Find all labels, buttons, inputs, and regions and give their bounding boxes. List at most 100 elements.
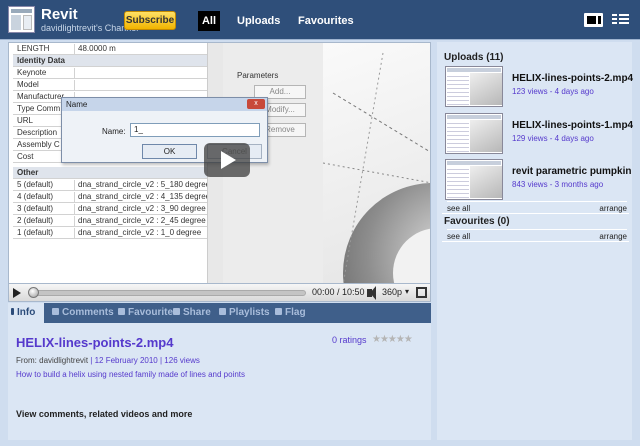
tab-label: Info — [17, 307, 36, 318]
tab-playlists[interactable]: Playlists — [219, 307, 270, 318]
tab-share[interactable]: Share — [173, 307, 211, 318]
tab-favourites[interactable]: Favourites — [298, 11, 354, 31]
channel-avatar[interactable] — [8, 6, 35, 33]
table-row: Identity Data — [13, 55, 223, 67]
quality-selector[interactable]: 360p — [382, 287, 402, 297]
property-key: Model — [17, 80, 39, 89]
flag-icon — [275, 308, 282, 315]
arrange-link[interactable]: arrange — [599, 232, 627, 241]
video-item-meta: 129 views - 4 days ago — [512, 134, 594, 143]
table-row: 3 (default) dna_strand_circle_v2 : 3_90 d… — [13, 203, 223, 215]
property-value: 48.0000 m — [74, 44, 116, 55]
arrange-link[interactable]: arrange — [599, 204, 627, 213]
meta-separator: | — [159, 356, 163, 365]
table-row: Other — [13, 167, 223, 179]
channel-title[interactable]: Revit — [41, 6, 78, 23]
property-key: 2 (default) — [17, 216, 54, 225]
property-key: 3 (default) — [17, 204, 54, 213]
plus-icon — [219, 308, 226, 315]
property-value: dna_strand_circle_v2 : 4_135 degree — [74, 192, 210, 203]
table-row: 2 (default) dna_strand_circle_v2 : 2_45 d… — [13, 215, 223, 227]
property-group: Identity Data — [17, 56, 66, 65]
video-player[interactable]: LENGTH 48.0000 m Identity Data Keynote Mo… — [8, 42, 431, 284]
video-item-title[interactable]: HELIX-lines-points-2.mp4 — [512, 73, 633, 84]
tab-flag[interactable]: Flag — [275, 307, 306, 318]
video-description: How to build a helix using nested family… — [16, 370, 246, 379]
subscribe-button[interactable]: Subscribe — [124, 11, 176, 30]
table-row: LENGTH 48.0000 m — [13, 43, 223, 55]
table-row: Keynote — [13, 67, 223, 79]
tab-all[interactable]: All — [198, 11, 220, 31]
seek-bar[interactable] — [29, 290, 306, 296]
channel-header: Revit davidlightrevit's Channel Subscrib… — [0, 0, 640, 40]
player-view-icon[interactable] — [584, 13, 603, 27]
heart-icon — [118, 308, 125, 315]
rating-stars[interactable]: ★★★★★ — [372, 334, 413, 345]
tab-label: Share — [183, 307, 211, 318]
tab-favourite[interactable]: Favourite — [118, 307, 173, 318]
video-item-meta: 843 views - 3 months ago — [512, 180, 604, 189]
favourites-heading: Favourites (0) — [444, 216, 510, 227]
table-row: Model — [13, 79, 223, 91]
play-overlay-icon[interactable] — [204, 143, 250, 177]
property-key: 5 (default) — [17, 180, 54, 189]
property-key: LENGTH — [17, 44, 50, 53]
tab-label: Playlists — [229, 307, 270, 318]
video-title[interactable]: HELIX-lines-points-2.mp4 — [16, 335, 173, 350]
play-icon[interactable] — [13, 288, 21, 298]
volume-icon[interactable] — [367, 286, 376, 300]
video-thumbnail[interactable] — [445, 66, 503, 107]
view-more-link[interactable]: View comments, related videos and more — [16, 409, 192, 419]
ratings-count: 0 ratings — [332, 335, 367, 345]
property-key: Description — [17, 128, 58, 137]
table-row: 4 (default) dna_strand_circle_v2 : 4_135 … — [13, 191, 223, 203]
see-all-link[interactable]: see all — [447, 204, 470, 213]
video-item-meta: 123 views - 4 days ago — [512, 87, 594, 96]
player-controls: 00:00 / 10:50 360p ▾ — [8, 284, 431, 302]
model-viewport — [323, 43, 430, 283]
share-icon — [173, 308, 180, 315]
grid-view-icon[interactable] — [611, 13, 630, 27]
list-item[interactable]: HELIX-lines-points-2.mp4 123 views - 4 d… — [445, 66, 633, 108]
property-key: Manufacturer — [17, 92, 65, 101]
video-meta: From: davidlightrevit | 12 February 2010… — [16, 356, 200, 365]
from-label: From: — [16, 356, 37, 365]
tab-uploads[interactable]: Uploads — [237, 11, 280, 31]
dialog-name-input: 1_ — [130, 123, 260, 137]
divider — [442, 241, 629, 242]
tab-comments[interactable]: Comments — [52, 307, 114, 318]
uploader-link[interactable]: davidlightrevit — [39, 356, 88, 365]
property-value: dna_strand_circle_v2 : 2_45 degree — [74, 216, 206, 227]
chevron-down-icon[interactable]: ▾ — [405, 287, 409, 296]
property-value — [74, 80, 78, 91]
upload-date: 12 February 2010 — [94, 356, 158, 365]
properties-table: LENGTH 48.0000 m Identity Data Keynote Mo… — [9, 43, 223, 283]
video-thumbnail[interactable] — [445, 113, 503, 154]
time-display: 00:00 / 10:50 — [312, 287, 365, 297]
info-tab-bar: Info Comments Favourite Share Playlists … — [8, 303, 431, 323]
fullscreen-icon[interactable] — [416, 287, 427, 298]
tab-label: Comments — [62, 307, 114, 318]
video-item-title[interactable]: HELIX-lines-points-1.mp4 — [512, 120, 633, 131]
video-item-title[interactable]: revit parametric pumpkin — [512, 166, 631, 177]
list-item[interactable]: revit parametric pumpkin 843 views - 3 m… — [445, 159, 631, 201]
property-value: dna_strand_circle_v2 : 5_180 degree — [74, 180, 210, 191]
list-item[interactable]: HELIX-lines-points-1.mp4 129 views - 4 d… — [445, 113, 633, 155]
guide-lines — [323, 52, 430, 283]
property-key: 4 (default) — [17, 192, 54, 201]
meta-separator: | — [90, 356, 93, 365]
seek-handle[interactable] — [28, 287, 39, 298]
view-count: 126 views — [164, 356, 200, 365]
property-value: dna_strand_circle_v2 : 3_90 degree — [74, 204, 206, 215]
property-value — [74, 68, 78, 79]
tab-info[interactable]: Info — [8, 303, 44, 323]
video-thumbnail[interactable] — [445, 159, 503, 200]
see-all-link[interactable]: see all — [447, 232, 470, 241]
divider — [442, 213, 629, 214]
favourites-actions: see all arrange — [447, 229, 627, 241]
tab-label: Flag — [285, 307, 306, 318]
property-key: Cost — [17, 152, 34, 161]
property-key: 1 (default) — [17, 228, 54, 237]
tab-label: Favourite — [128, 307, 174, 318]
property-value: dna_strand_circle_v2 : 1_0 degree — [74, 228, 201, 239]
